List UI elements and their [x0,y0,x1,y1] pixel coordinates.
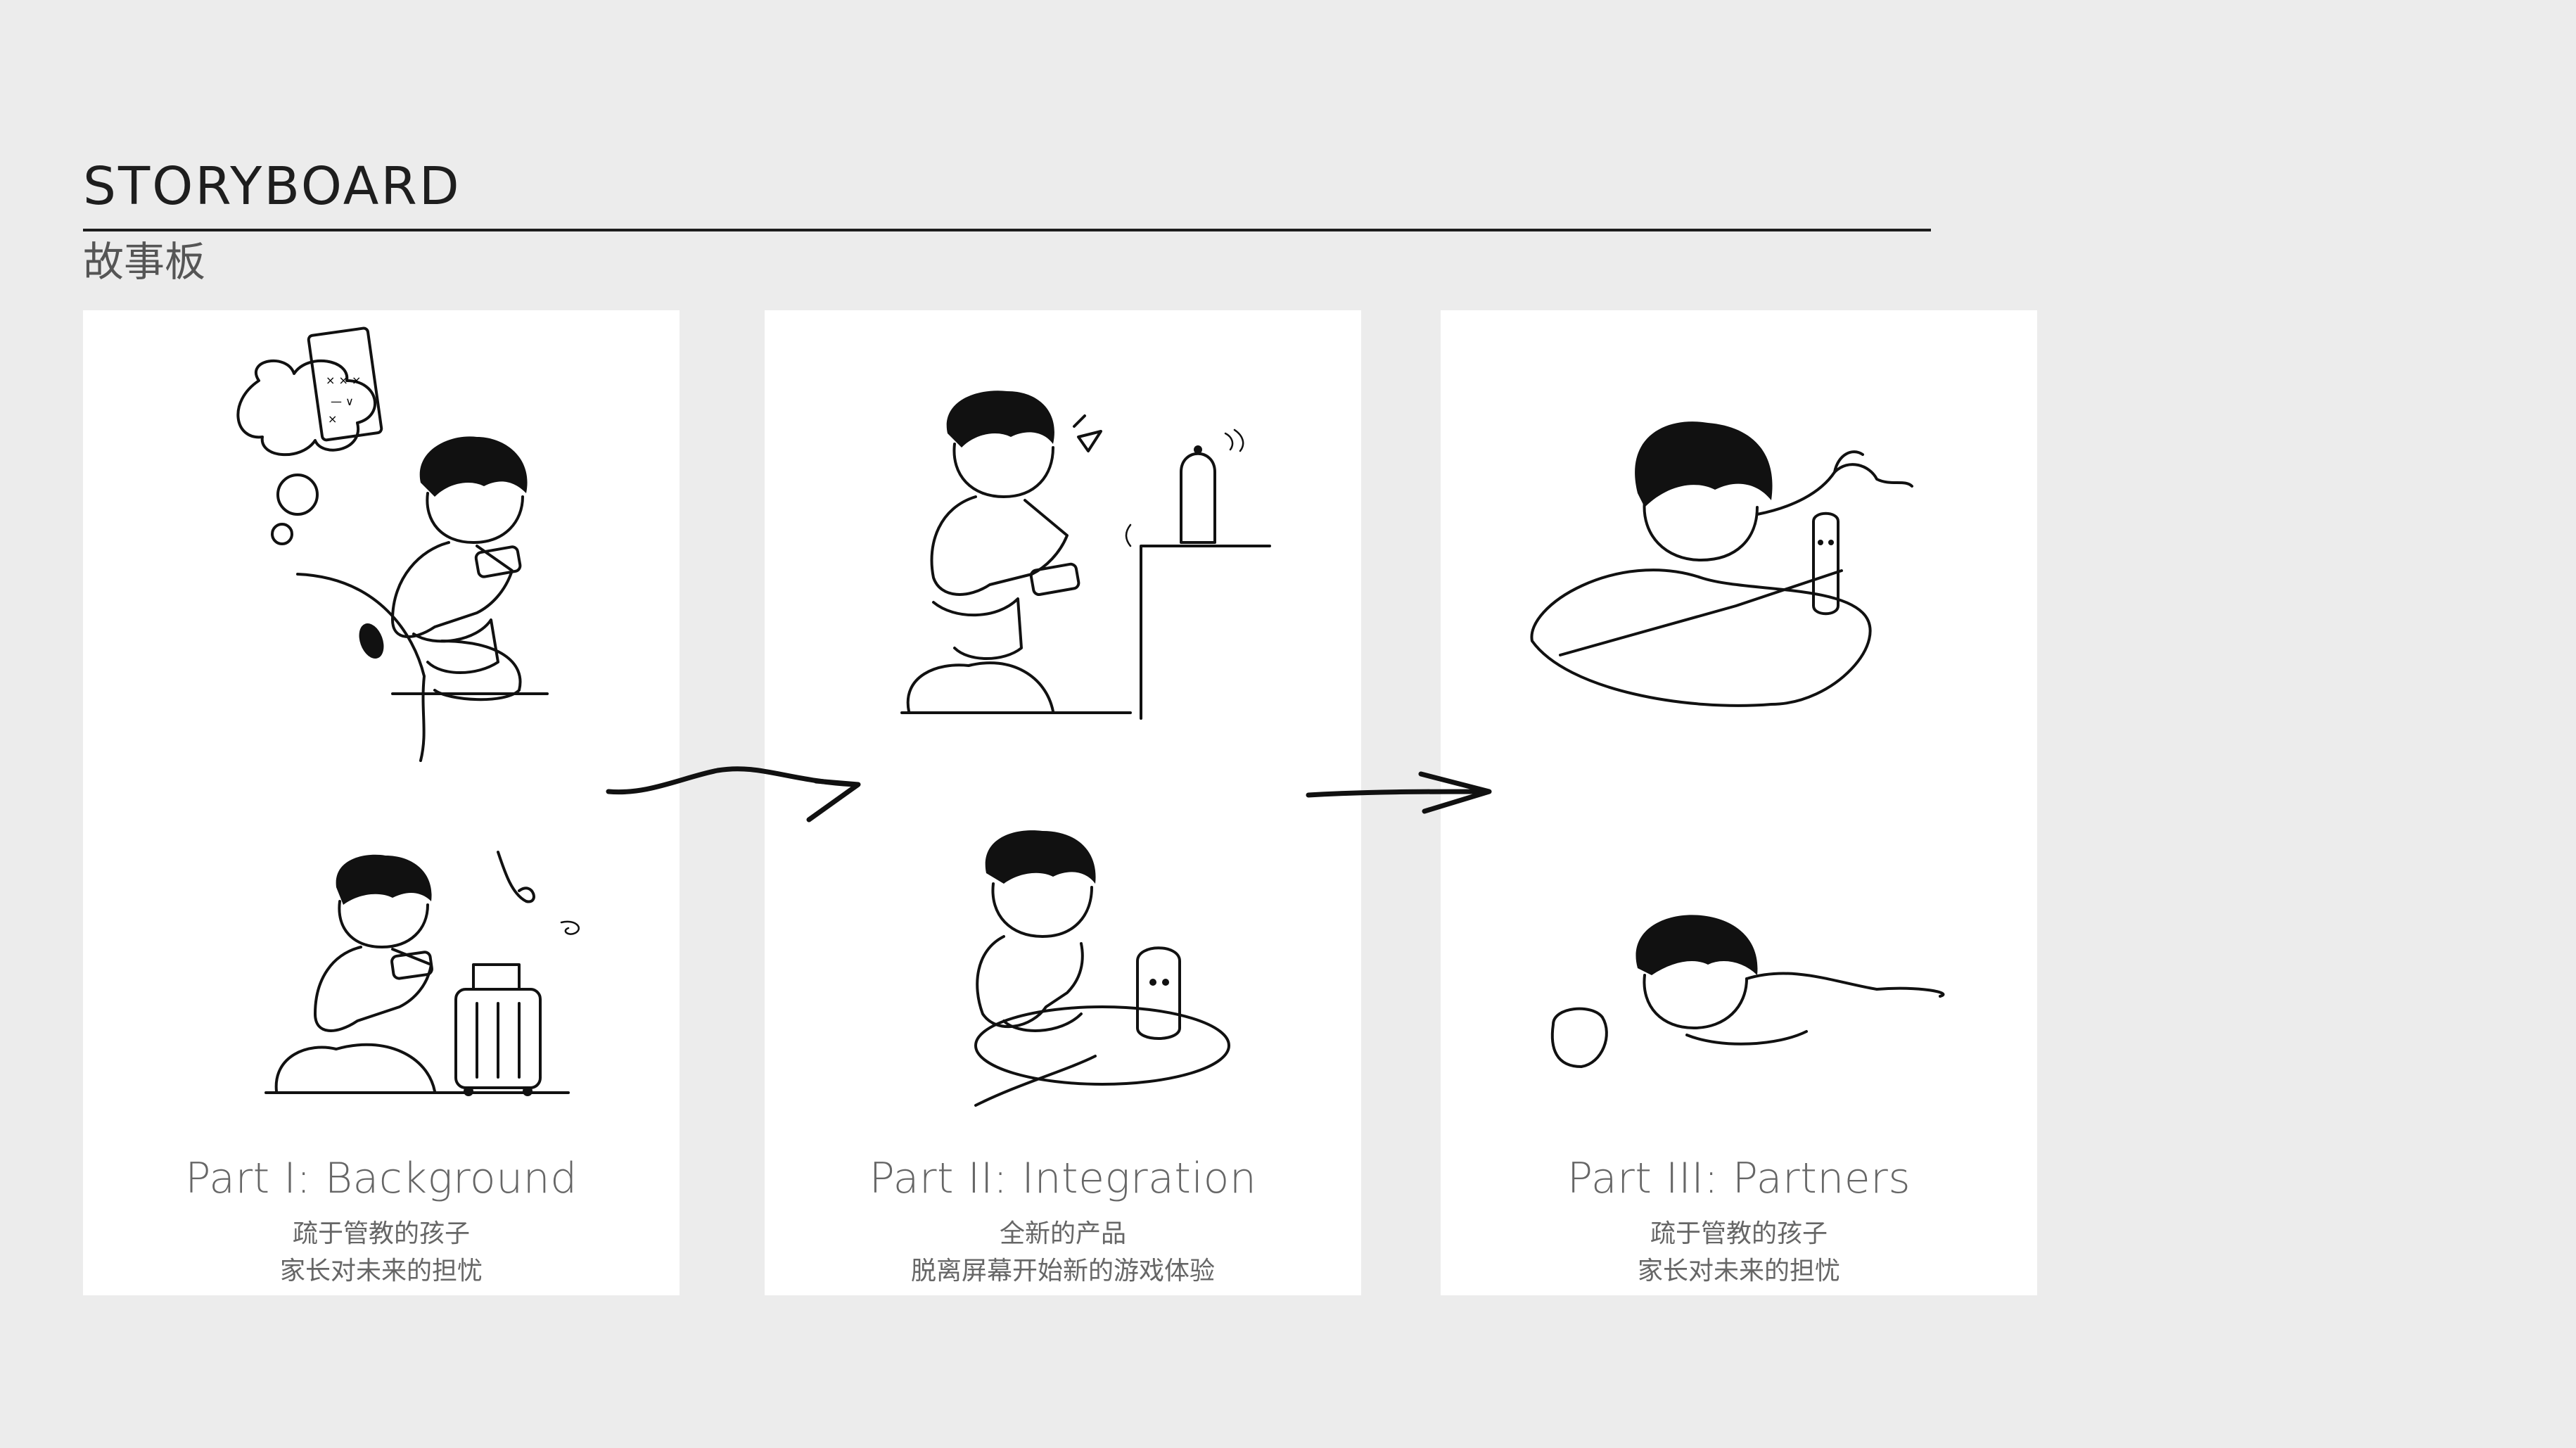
flow-arrow-icon [1306,771,1492,814]
panel-caption-line: 疏于管教的孩子 [1650,1219,1828,1248]
illustration-child-plays-with-partner [1530,421,1945,1068]
panel-caption-line: 疏于管教的孩子 [292,1219,470,1248]
page-title: STORYBOARD [83,156,461,217]
flow-arrow-icon [606,766,861,823]
panel-caption-line: 家长对未来的担忧 [279,1257,483,1285]
panel-caption-line: 脱离屏幕开始新的游戏体验 [910,1257,1215,1285]
panel-title: Part I: Background [185,1154,578,1203]
panel-title: Part III: Partners [1567,1154,1911,1203]
panel-caption-line: 家长对未来的担忧 [1637,1257,1840,1285]
illustration-child-meets-product [900,390,1271,1107]
page-subtitle: 故事板 [83,238,206,286]
panel-caption-line: 全新的产品 [999,1219,1126,1248]
storyboard-panel-background: × × × — ∨ × Part I: Background 疏于管教的孩子 家… [83,310,680,1295]
storyboard-panel-partners: Part III: Partners 疏于管教的孩子 家长对未来的担忧 [1441,310,2037,1295]
title-divider [83,229,1931,231]
illustration-child-gaming-alone: × × × — ∨ × [236,326,580,1096]
svg-text:× × ×: × × × [326,374,361,387]
svg-text:×: × [328,412,337,426]
svg-text:— ∨: — ∨ [331,395,354,408]
panel-title: Part II: Integration [869,1154,1257,1203]
